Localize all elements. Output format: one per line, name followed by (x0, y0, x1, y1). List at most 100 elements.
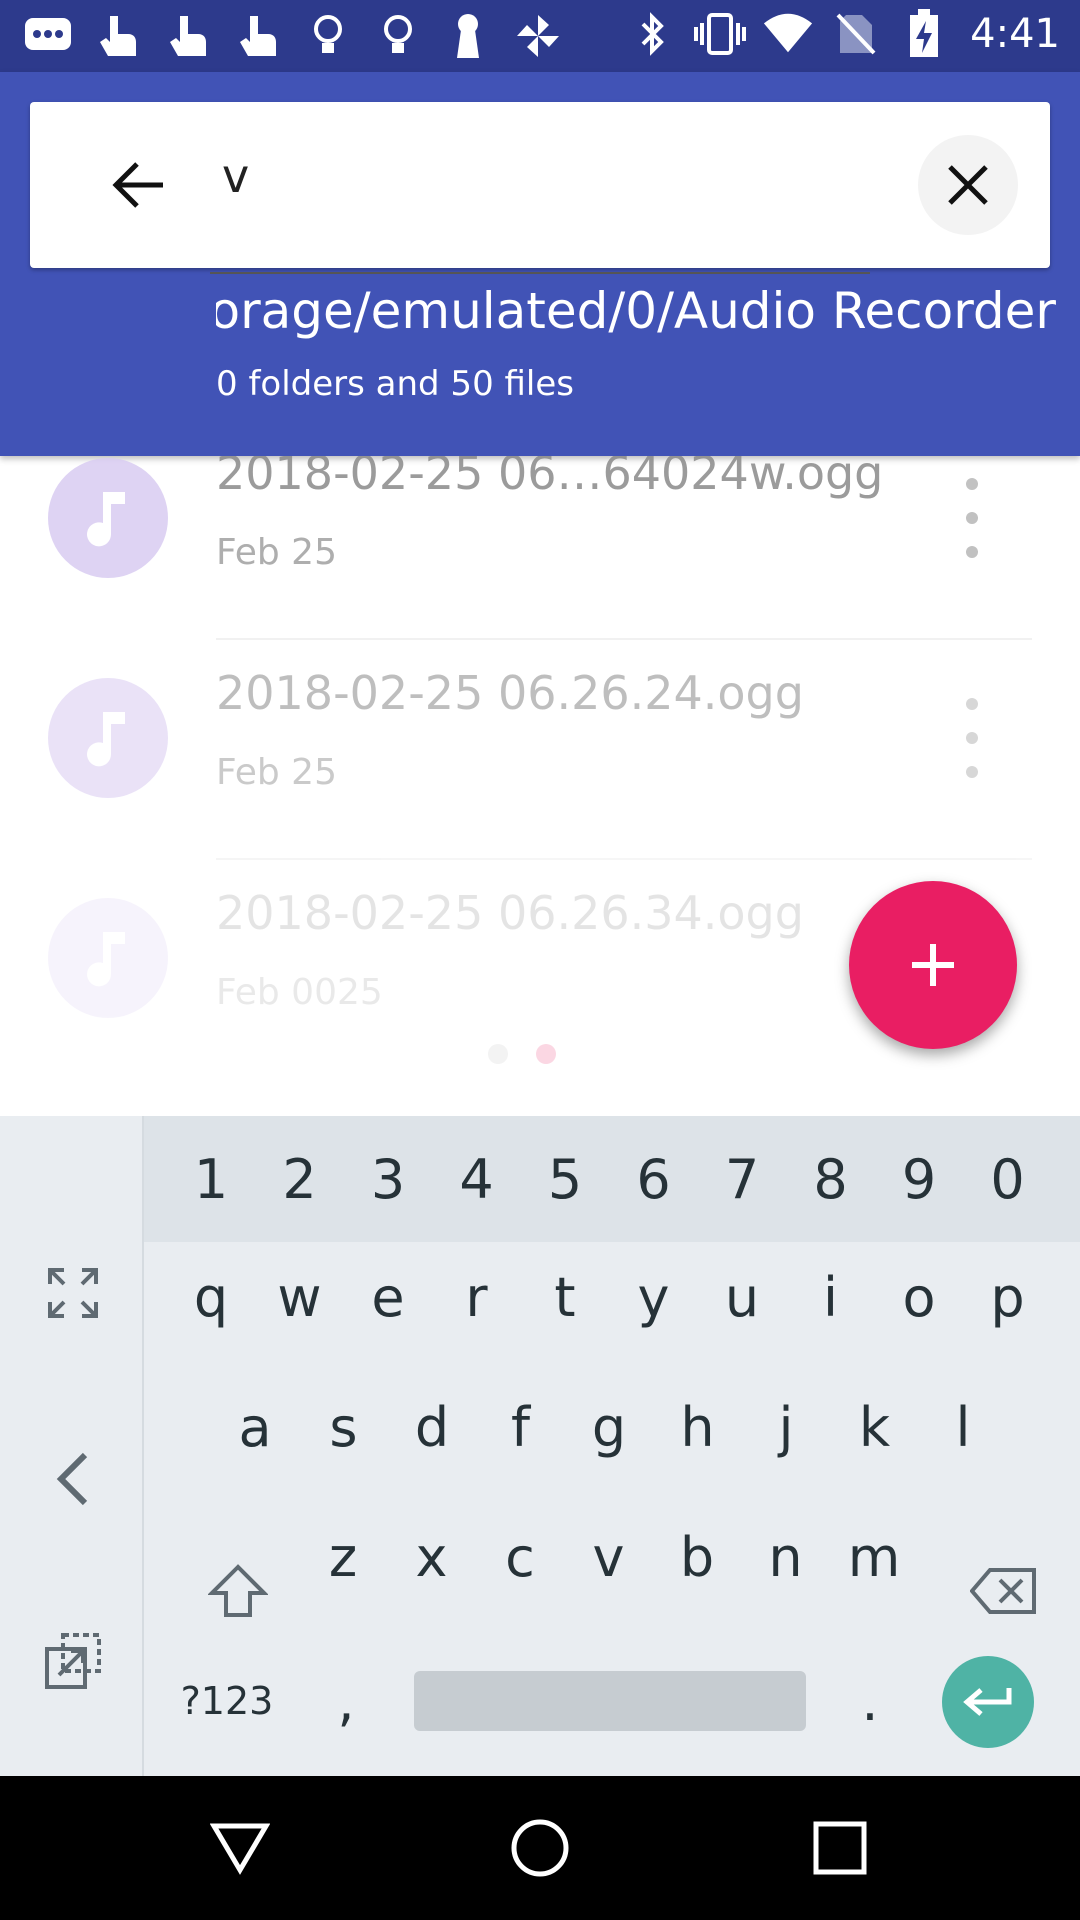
pager-dot-active (536, 1044, 556, 1064)
triangle-back-icon (210, 1823, 270, 1875)
pager-dot (488, 1044, 508, 1064)
letter-key-e[interactable]: e (348, 1242, 428, 1352)
no-sim-icon (830, 8, 882, 60)
system-icons: 4:41 (626, 8, 1060, 60)
letter-key-z[interactable]: z (303, 1502, 383, 1612)
list-item[interactable]: 2018-02-25 06.26.24.ogg Feb 25 (0, 640, 1080, 860)
nav-back-button[interactable] (204, 1812, 276, 1884)
list-item[interactable]: 2018-02-25 06…64024w.ogg Feb 25 (0, 456, 1080, 640)
letter-key-s[interactable]: s (304, 1372, 384, 1482)
pager-dots (488, 1044, 556, 1064)
file-avatar (48, 898, 168, 1018)
number-key-2[interactable]: 2 (260, 1124, 340, 1234)
app-bar: /storage/emulated/0/Audio Recorder 0 fol… (0, 72, 1080, 456)
letter-key-c[interactable]: c (480, 1502, 560, 1612)
symbols-key[interactable]: ?123 (162, 1646, 292, 1756)
overflow-menu-icon[interactable] (952, 478, 992, 558)
number-key-6[interactable]: 6 (614, 1124, 694, 1234)
file-date: Feb 0025 (216, 972, 383, 1013)
chat-icon (22, 10, 74, 62)
nav-home-button[interactable] (504, 1812, 576, 1884)
letter-key-g[interactable]: g (569, 1372, 649, 1482)
file-name: 2018-02-25 06.26.34.ogg (216, 886, 804, 940)
search-card (30, 102, 1050, 274)
number-key-4[interactable]: 4 (437, 1124, 517, 1234)
shift-key[interactable] (188, 1536, 288, 1646)
search-underline (210, 272, 870, 274)
square-recents-icon (813, 1821, 867, 1875)
hand-icon (162, 10, 214, 62)
bulb-icon (372, 10, 424, 62)
close-icon (948, 165, 988, 205)
keyhole-icon (442, 10, 494, 62)
period-key[interactable]: . (830, 1646, 910, 1756)
number-key-1[interactable]: 1 (171, 1124, 251, 1234)
nav-recents-button[interactable] (804, 1812, 876, 1884)
space-key[interactable] (414, 1671, 806, 1731)
number-key-3[interactable]: 3 (348, 1124, 428, 1234)
file-avatar (48, 678, 168, 798)
enter-key[interactable] (942, 1656, 1034, 1748)
letter-key-y[interactable]: y (614, 1242, 694, 1352)
expand-keyboard-button[interactable] (38, 1258, 108, 1328)
pinwheel-icon (512, 10, 564, 62)
letter-key-o[interactable]: o (879, 1242, 959, 1352)
backspace-key[interactable] (944, 1536, 1064, 1646)
letter-key-q[interactable]: q (171, 1242, 251, 1352)
music-note-icon (87, 492, 125, 547)
letter-key-k[interactable]: k (835, 1372, 915, 1482)
letter-key-w[interactable]: w (260, 1242, 340, 1352)
clear-search-button[interactable] (918, 135, 1018, 235)
letter-key-x[interactable]: x (392, 1502, 472, 1612)
backspace-icon (970, 1568, 1036, 1614)
letter-key-j[interactable]: j (746, 1372, 826, 1482)
number-key-8[interactable]: 8 (791, 1124, 871, 1234)
folder-summary: 0 folders and 50 files (216, 364, 574, 404)
vibrate-icon (694, 8, 747, 60)
letter-key-i[interactable]: i (791, 1242, 871, 1352)
letter-key-n[interactable]: n (746, 1502, 826, 1612)
number-key-5[interactable]: 5 (525, 1124, 605, 1234)
letter-key-h[interactable]: h (658, 1372, 738, 1482)
hand-icon (232, 10, 284, 62)
number-key-7[interactable]: 7 (702, 1124, 782, 1234)
float-window-icon (45, 1633, 101, 1689)
letter-key-t[interactable]: t (525, 1242, 605, 1352)
shift-icon (208, 1564, 268, 1617)
floating-keyboard-button[interactable] (38, 1626, 108, 1696)
back-button[interactable] (108, 154, 170, 216)
number-key-0[interactable]: 0 (968, 1124, 1048, 1234)
bulb-icon (302, 10, 354, 62)
file-date: Feb 25 (216, 532, 337, 573)
letter-key-d[interactable]: d (392, 1372, 472, 1482)
keyboard-keys: ?123 , . 1234567890 qwertyuiop asdfghjkl zx… (144, 1116, 1080, 1776)
file-name: 2018-02-25 06…64024w.ogg (216, 456, 884, 500)
comma-key[interactable]: , (306, 1646, 386, 1756)
letter-key-f[interactable]: f (481, 1372, 561, 1482)
file-date: Feb 25 (216, 752, 337, 793)
letter-key-v[interactable]: v (569, 1502, 649, 1612)
collapse-keyboard-button[interactable] (38, 1444, 108, 1514)
battery-charging-icon (898, 8, 950, 60)
wifi-icon (762, 8, 814, 60)
number-key-9[interactable]: 9 (879, 1124, 959, 1234)
music-note-icon (87, 712, 125, 767)
search-input[interactable] (210, 146, 894, 206)
keyboard-side-panel (0, 1116, 144, 1776)
plus-icon (912, 944, 954, 986)
music-note-icon (87, 932, 125, 987)
letter-key-l[interactable]: l (923, 1372, 1003, 1482)
status-bar: 4:41 (0, 0, 1080, 72)
letter-key-b[interactable]: b (657, 1502, 737, 1612)
letter-key-u[interactable]: u (702, 1242, 782, 1352)
overflow-menu-icon[interactable] (952, 698, 992, 778)
bluetooth-icon (626, 8, 678, 60)
letter-key-r[interactable]: r (437, 1242, 517, 1352)
letter-key-p[interactable]: p (968, 1242, 1048, 1352)
add-recording-button[interactable] (849, 881, 1017, 1049)
chevron-left-icon (56, 1452, 88, 1506)
letter-key-a[interactable]: a (215, 1372, 295, 1482)
soft-keyboard: ?123 , . 1234567890 qwertyuiop asdfghjkl zx… (0, 1116, 1080, 1776)
hand-icon (92, 10, 144, 62)
letter-key-m[interactable]: m (834, 1502, 914, 1612)
